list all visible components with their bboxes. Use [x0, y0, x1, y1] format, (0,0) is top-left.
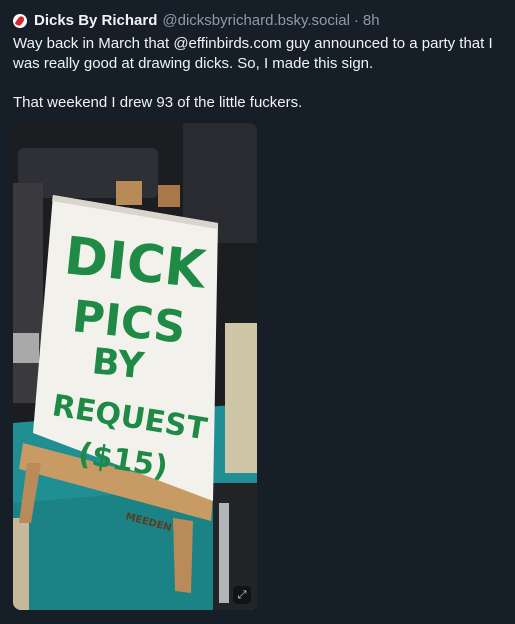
- avatar[interactable]: [13, 14, 27, 28]
- timestamp[interactable]: 8h: [363, 12, 380, 30]
- post-image[interactable]: DICK PICS BY REQUEST ($15) MEEDEN ⤢: [13, 123, 257, 610]
- post[interactable]: Dicks By Richard @dicksbyrichard.bsky.so…: [0, 0, 515, 624]
- handle[interactable]: @dicksbyrichard.bsky.social: [162, 12, 350, 30]
- sign-line: BY: [90, 341, 146, 387]
- separator: ·: [353, 12, 359, 29]
- sign-photo: DICK PICS BY REQUEST ($15) MEEDEN: [13, 123, 257, 610]
- display-name[interactable]: Dicks By Richard: [34, 12, 157, 30]
- post-paragraph: Way back in March that @effinbirds.com g…: [13, 35, 493, 72]
- expand-icon[interactable]: ⤢: [233, 586, 251, 604]
- post-paragraph: That weekend I drew 93 of the little fuc…: [13, 94, 303, 111]
- post-header: Dicks By Richard @dicksbyrichard.bsky.so…: [12, 12, 503, 30]
- post-text: Way back in March that @effinbirds.com g…: [13, 34, 505, 113]
